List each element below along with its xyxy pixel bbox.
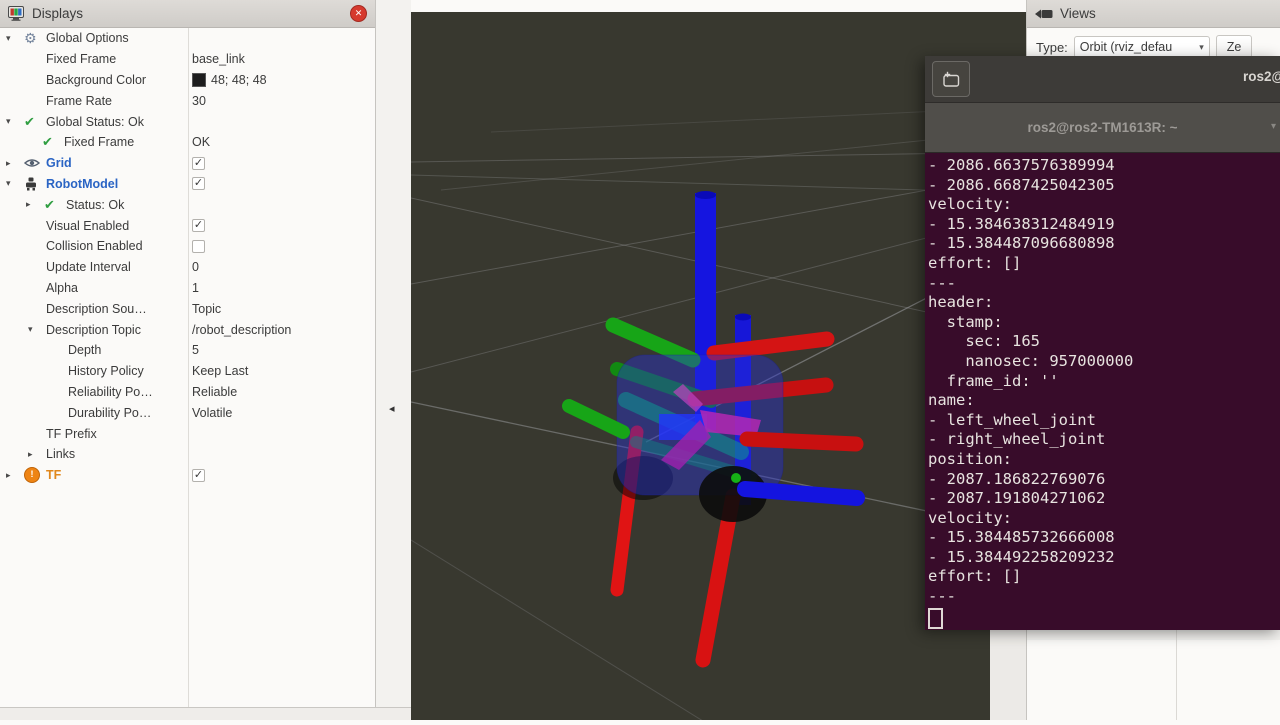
property-value[interactable]: OK <box>192 135 210 149</box>
checkbox-unchecked[interactable] <box>192 240 205 253</box>
displays-panel: Displays ✕ ▾⚙Global OptionsFixed Frameba… <box>0 0 376 707</box>
property-label: History Policy <box>68 364 144 378</box>
property-value[interactable]: 48; 48; 48 <box>211 73 267 87</box>
right-dock-splitter[interactable] <box>990 628 1026 720</box>
property-label: Status: Ok <box>66 198 124 212</box>
displays-panel-header[interactable]: Displays ✕ <box>0 0 375 28</box>
time-panel-strip <box>0 707 411 720</box>
camera-icon <box>1035 8 1053 20</box>
gear-icon: ⚙ <box>24 30 46 47</box>
close-icon[interactable]: ✕ <box>350 5 367 22</box>
chevron-down-icon: ▾ <box>1199 42 1204 53</box>
property-value[interactable]: Topic <box>192 302 221 316</box>
expander-down-icon[interactable]: ▾ <box>6 33 24 44</box>
property-label: Visual Enabled <box>46 219 129 233</box>
property-label: Update Interval <box>46 260 131 274</box>
property-value[interactable]: 30 <box>192 94 206 108</box>
property-label: Global Options <box>46 31 129 45</box>
checkbox-checked[interactable]: ✓ <box>192 177 205 190</box>
displays-icon <box>8 6 25 21</box>
property-value[interactable]: Keep Last <box>192 364 248 378</box>
checkbox-checked[interactable]: ✓ <box>192 469 205 482</box>
property-label: Reliability Po… <box>68 385 153 399</box>
expander-right-icon[interactable]: ▸ <box>6 470 24 481</box>
view-type-dropdown[interactable]: Orbit (rviz_defau ▾ <box>1074 36 1210 58</box>
expander-right-icon[interactable]: ▸ <box>6 158 24 169</box>
property-value[interactable]: /robot_description <box>192 323 291 337</box>
property-label: Description Sou… <box>46 302 147 316</box>
property-value[interactable]: base_link <box>192 52 245 66</box>
terminal-text: - 2086.6637576389994 - 2086.668742504230… <box>928 156 1280 607</box>
checkbox-checked[interactable]: ✓ <box>192 157 205 170</box>
property-label: Frame Rate <box>46 94 112 108</box>
terminal-tab[interactable]: ros2@ros2-TM1613R: ~ <box>1027 120 1177 135</box>
expander-down-icon[interactable]: ▾ <box>28 324 46 335</box>
color-swatch[interactable] <box>192 73 206 87</box>
new-tab-button[interactable] <box>932 61 970 97</box>
terminal-output[interactable]: - 2086.6637576389994 - 2086.668742504230… <box>925 153 1280 630</box>
property-label: TF <box>46 468 61 482</box>
tab-list-caret-icon[interactable]: ▾ <box>1271 121 1276 132</box>
property-label: Fixed Frame <box>64 135 134 149</box>
warning-icon: ! <box>24 467 46 483</box>
property-label: Links <box>46 447 75 461</box>
property-value[interactable]: 1 <box>192 281 199 295</box>
expander-down-icon[interactable]: ▾ <box>6 116 24 127</box>
robot-model <box>569 191 857 660</box>
expander-right-icon[interactable]: ▸ <box>28 449 46 460</box>
eye-icon <box>24 157 46 169</box>
property-value[interactable]: Volatile <box>192 406 232 420</box>
robot-icon <box>24 177 46 191</box>
property-value[interactable]: 0 <box>192 260 199 274</box>
property-label: Description Topic <box>46 323 141 337</box>
property-label: RobotModel <box>46 177 118 191</box>
status-ok-check-icon: ✔ <box>24 114 46 130</box>
dock-splitter[interactable]: ◂ <box>376 0 411 720</box>
terminal-window[interactable]: ros2@ ros2@ros2-TM1613R: ~ ▾ - 2086.6637… <box>925 56 1280 628</box>
property-label: Background Color <box>46 73 146 87</box>
terminal-titlebar[interactable]: ros2@ <box>925 56 1280 103</box>
expander-right-icon[interactable]: ▸ <box>26 199 44 210</box>
property-label: Fixed Frame <box>46 52 116 66</box>
property-label: Global Status: Ok <box>46 115 144 129</box>
property-label: Durability Po… <box>68 406 151 420</box>
property-label: Grid <box>46 156 72 170</box>
collapse-panel-arrow-icon[interactable]: ◂ <box>389 402 395 415</box>
property-label: Depth <box>68 343 101 357</box>
property-value[interactable]: 5 <box>192 343 199 357</box>
view-type-row: Type: Orbit (rviz_defau ▾ Ze <box>1027 28 1280 59</box>
views-list-column-divider <box>1176 628 1177 720</box>
status-ok-check-icon: ✔ <box>42 134 64 150</box>
terminal-tab-bar[interactable]: ros2@ros2-TM1613R: ~ ▾ <box>925 103 1280 153</box>
new-tab-icon <box>943 71 960 87</box>
terminal-cursor <box>928 608 943 629</box>
property-label: Collision Enabled <box>46 239 143 253</box>
property-label: TF Prefix <box>46 427 97 441</box>
terminal-window-title: ros2@ <box>1243 69 1280 84</box>
panel-title: Views <box>1060 6 1096 21</box>
status-ok-check-icon: ✔ <box>44 197 66 213</box>
type-label: Type: <box>1036 40 1068 55</box>
expander-down-icon[interactable]: ▾ <box>6 178 24 189</box>
property-value[interactable]: Reliable <box>192 385 237 399</box>
panel-title: Displays <box>32 6 83 21</box>
tree-column-divider[interactable] <box>188 28 189 707</box>
property-label: Alpha <box>46 281 78 295</box>
views-panel-header[interactable]: Views <box>1027 0 1280 28</box>
checkbox-checked[interactable]: ✓ <box>192 219 205 232</box>
